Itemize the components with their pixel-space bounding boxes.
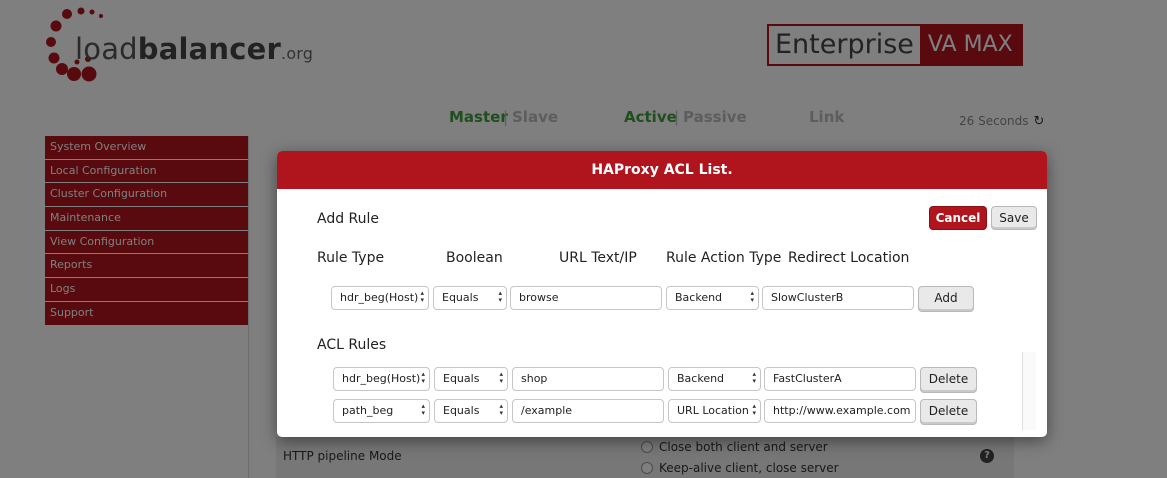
add-rule-heading: Add Rule: [317, 211, 380, 227]
column-header-rule-action-type: Rule Action Type: [666, 250, 782, 266]
rule-1-type-select[interactable]: hdr_beg(Host): [333, 367, 430, 391]
rule-2-url-text-input[interactable]: /example: [512, 399, 664, 423]
rule-2-action-type-select[interactable]: URL Location: [668, 399, 761, 423]
new-rule-location-input[interactable]: SlowClusterB: [762, 286, 914, 310]
column-header-rule-type: Rule Type: [317, 250, 385, 266]
new-rule-type-select[interactable]: hdr_beg(Host): [331, 286, 429, 310]
acl-rules-heading: ACL Rules: [317, 337, 387, 353]
column-header-redirect-location: Redirect Location: [788, 250, 910, 266]
rule-1-location-input[interactable]: FastClusterA: [764, 367, 916, 391]
new-rule-action-type-select[interactable]: Backend: [666, 286, 759, 310]
column-header-boolean: Boolean: [446, 250, 503, 266]
save-button[interactable]: Save: [991, 206, 1037, 230]
rule-1-url-text-input[interactable]: shop: [512, 367, 664, 391]
rule-1-delete-button[interactable]: Delete: [920, 367, 977, 393]
rule-1-boolean-select[interactable]: Equals: [434, 367, 508, 391]
cancel-button[interactable]: Cancel: [929, 206, 987, 230]
new-rule-url-text-input[interactable]: browse: [510, 286, 662, 310]
rule-2-boolean-select[interactable]: Equals: [434, 399, 508, 423]
acl-rules-scrollbar[interactable]: [1022, 352, 1036, 430]
rule-2-location-input[interactable]: http://www.example.com: [764, 399, 916, 423]
rule-2-type-select[interactable]: path_beg: [333, 399, 430, 423]
new-rule-boolean-select[interactable]: Equals: [433, 286, 507, 310]
rule-2-delete-button[interactable]: Delete: [920, 399, 977, 425]
column-header-url-text: URL Text/IP: [559, 250, 637, 266]
rule-1-action-type-select[interactable]: Backend: [668, 367, 761, 391]
acl-list-modal: HAProxy ACL List. Add Rule Cancel Save R…: [277, 151, 1047, 437]
modal-title: HAProxy ACL List.: [277, 151, 1047, 189]
add-rule-button[interactable]: Add: [918, 286, 974, 312]
